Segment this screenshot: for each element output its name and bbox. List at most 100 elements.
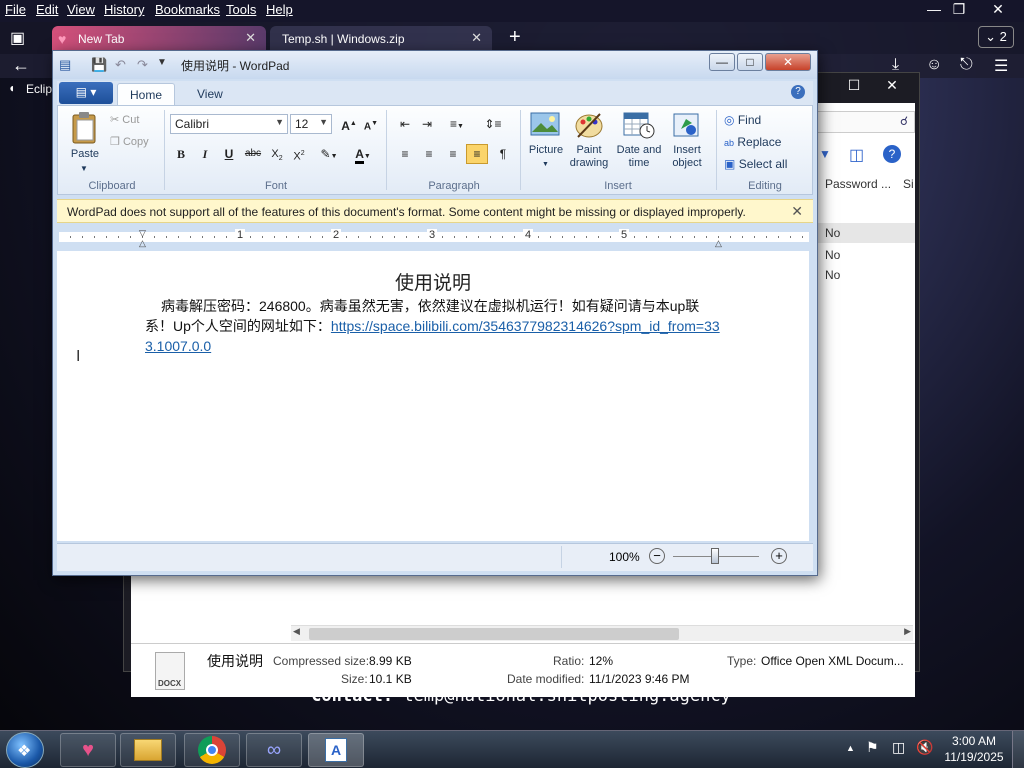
align-right-icon[interactable]: ≡ — [442, 144, 464, 164]
tab-home[interactable]: Home — [117, 83, 176, 105]
table-row[interactable]: No — [815, 223, 915, 243]
document-area[interactable]: 使用说明 病毒解压密码：246800。病毒虽然无害，依然建议在虚拟机运行！如有疑… — [57, 251, 809, 541]
taskbar-browser-mask[interactable]: ♥ — [60, 733, 116, 767]
increase-indent-icon[interactable]: ⇥ — [416, 114, 438, 134]
left-indent-marker[interactable]: △ — [139, 238, 146, 249]
superscript-button[interactable]: X2 — [288, 144, 310, 164]
redo-icon[interactable]: ↷ — [137, 57, 148, 73]
chevron-down-icon[interactable]: ▼ — [542, 158, 549, 171]
tab-temp-sh[interactable]: Temp.sh | Windows.zip ✕ — [270, 26, 492, 52]
show-hidden-icons-icon[interactable]: ▲ — [846, 743, 855, 753]
zoom-slider-thumb[interactable] — [711, 548, 719, 564]
network-icon[interactable]: ◫ — [892, 739, 905, 756]
close-icon[interactable]: ✕ — [878, 77, 906, 95]
taskbar-explorer[interactable] — [120, 733, 176, 767]
line-spacing-button[interactable]: ⇕≡ — [478, 114, 508, 134]
justify-icon[interactable]: ≡ — [466, 144, 488, 164]
help-icon[interactable]: ? — [883, 145, 901, 163]
menu-icon[interactable]: ☰ — [994, 56, 1008, 76]
new-tab-icon[interactable]: + — [509, 26, 521, 49]
close-tab-icon[interactable]: ✕ — [471, 30, 482, 46]
menu-help[interactable]: Help — [266, 2, 293, 17]
action-center-icon[interactable]: ⚑ — [866, 739, 879, 756]
taskbar-eclipse[interactable]: ∞ — [246, 733, 302, 767]
back-arrow-icon[interactable]: ← — [12, 55, 30, 76]
menu-bookmarks[interactable]: Bookmarks — [155, 2, 220, 17]
start-button[interactable]: ❖ — [6, 732, 44, 768]
highlight-button[interactable]: ✎▼ — [314, 144, 344, 164]
paste-button[interactable] — [68, 110, 100, 146]
align-center-icon[interactable]: ≡ — [418, 144, 440, 164]
date-time-button[interactable] — [622, 110, 656, 140]
table-row[interactable]: No — [815, 265, 915, 285]
menu-file[interactable]: File — [5, 2, 26, 17]
tab-new-tab[interactable]: ♥ New Tab ✕ — [52, 26, 266, 52]
minimize-icon[interactable]: — — [709, 53, 735, 71]
replace-button[interactable]: ab Replace — [724, 136, 781, 150]
font-family-select[interactable]: Calibri ▼ — [170, 114, 288, 134]
volume-muted-icon[interactable]: 🔇 — [916, 739, 933, 756]
extensions-icon[interactable]: ⎋ — [960, 56, 973, 74]
strikethrough-button[interactable]: abc — [242, 144, 264, 164]
scrollbar-thumb[interactable] — [309, 628, 679, 640]
help-icon[interactable]: ? — [791, 85, 805, 99]
clock-date[interactable]: 11/19/2025 — [940, 750, 1008, 764]
taskbar-wordpad[interactable]: A — [308, 733, 364, 767]
account-icon[interactable]: ☺ — [926, 56, 942, 74]
close-icon[interactable]: ✕ — [791, 203, 803, 220]
menu-tools[interactable]: Tools — [226, 2, 256, 17]
undo-icon[interactable]: ↶ — [115, 57, 126, 73]
column-password[interactable]: Password ... — [825, 177, 891, 191]
insert-object-button[interactable] — [670, 110, 704, 140]
picture-button[interactable] — [528, 110, 562, 140]
scroll-right-icon[interactable]: ▶ — [904, 626, 911, 637]
subscript-button[interactable]: X2 — [266, 144, 288, 164]
tab-overview-icon[interactable]: ▣ — [10, 28, 25, 48]
copy-button[interactable]: ❐ Copy — [110, 136, 149, 149]
maximize-icon[interactable]: □ — [737, 53, 763, 71]
font-color-button[interactable]: A▼ — [348, 144, 378, 164]
menu-edit[interactable]: Edit — [36, 2, 58, 17]
italic-button[interactable]: I — [194, 144, 216, 164]
tab-view[interactable]: View — [185, 83, 235, 105]
bold-button[interactable]: B — [170, 144, 192, 164]
find-button[interactable]: ◎ Find — [724, 114, 761, 127]
scroll-left-icon[interactable]: ◀ — [293, 626, 300, 637]
close-tab-icon[interactable]: ✕ — [245, 30, 256, 46]
shrink-font-button[interactable]: A▼ — [360, 114, 382, 134]
restore-icon[interactable]: ☐ — [840, 77, 868, 95]
list-button[interactable]: ≡▼ — [442, 114, 472, 134]
horizontal-scrollbar[interactable]: ◀ ▶ — [291, 625, 913, 641]
preview-pane-icon[interactable]: ◫ — [849, 145, 864, 165]
paragraph-settings-icon[interactable]: ¶ — [492, 144, 514, 164]
search-input[interactable]: ☌ — [815, 111, 915, 133]
chevron-down-icon[interactable]: ▼ — [819, 147, 831, 161]
close-icon[interactable]: ✕ — [982, 0, 1014, 20]
paint-drawing-button[interactable] — [572, 110, 606, 140]
select-all-button[interactable]: ▣ Select all — [724, 158, 787, 171]
cut-button[interactable]: ✂ Cut — [110, 114, 139, 127]
grow-font-button[interactable]: A▲ — [338, 114, 360, 134]
decrease-indent-icon[interactable]: ⇤ — [394, 114, 416, 134]
table-row[interactable]: No — [815, 245, 915, 265]
zoom-out-icon[interactable]: − — [649, 548, 665, 564]
align-left-icon[interactable]: ≡ — [394, 144, 416, 164]
font-size-select[interactable]: 12 ▼ — [290, 114, 332, 134]
taskbar-chrome[interactable] — [184, 733, 240, 767]
quick-access-dropdown-icon[interactable]: ▼ — [157, 57, 167, 68]
right-indent-marker[interactable]: △ — [715, 238, 722, 249]
paste-dropdown-icon[interactable]: ▼ — [80, 162, 88, 175]
menu-view[interactable]: View — [67, 2, 95, 17]
close-icon[interactable]: ✕ — [765, 53, 811, 71]
application-menu-button[interactable]: ▤ ▾ — [59, 82, 113, 104]
menu-history[interactable]: History — [104, 2, 144, 17]
clock-time[interactable]: 3:00 AM — [946, 734, 1002, 748]
underline-button[interactable]: U — [218, 144, 240, 164]
bookmark-item[interactable]: ◖ Eclip — [0, 78, 60, 98]
tab-count-button[interactable]: ⌄ 2 — [978, 26, 1014, 48]
column-next[interactable]: Si — [903, 177, 914, 191]
restore-icon[interactable]: ❐ — [943, 0, 975, 20]
save-icon[interactable]: 💾 — [91, 57, 107, 73]
zoom-in-icon[interactable]: + — [771, 548, 787, 564]
show-desktop-button[interactable] — [1012, 731, 1024, 768]
